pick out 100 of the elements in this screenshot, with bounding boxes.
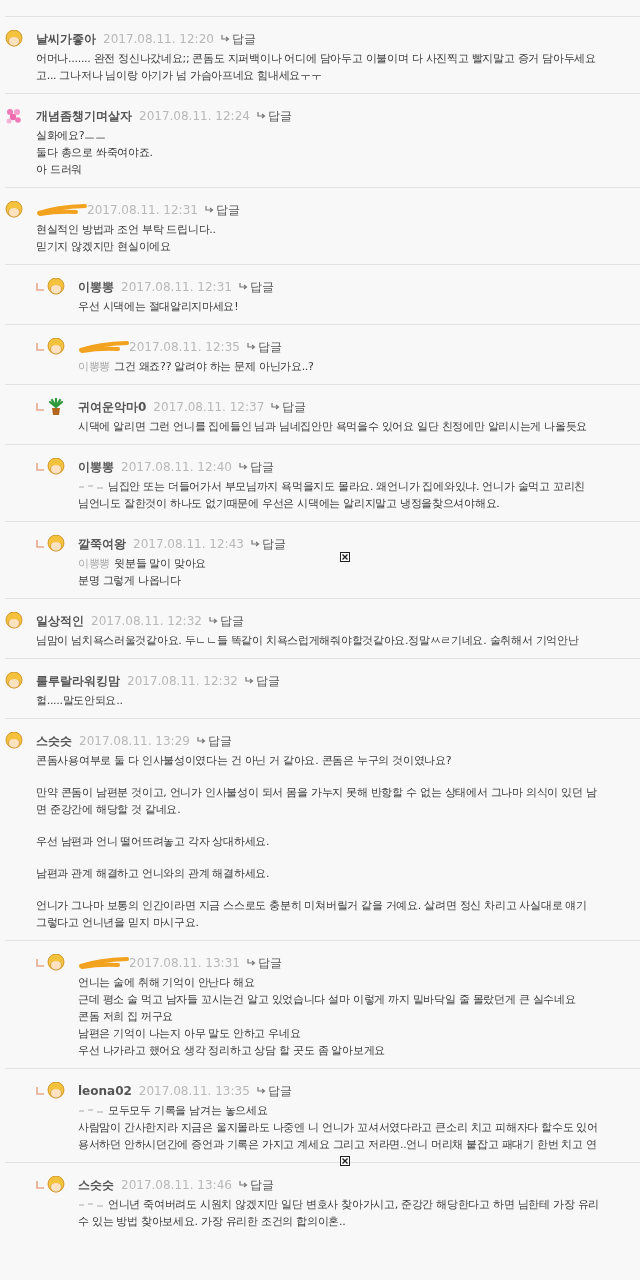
reply-link[interactable]: 답글 (246, 954, 282, 972)
author-name: 룰루랄라워킹맘 (36, 672, 120, 690)
comment-text: 수 있는 방법 찾아보세요. 가장 유리한 조건의 합의이혼.. (78, 1214, 347, 1230)
reply-link[interactable]: 답글 (208, 612, 244, 630)
comment-text: 님집안 또는 더들어가서 부모님까지 욕먹을지도 몰라요. 왜언니가 집에와있냐. 언니가 술먹고 꼬리친 (108, 479, 586, 495)
comment-text: 모두모두 기록을 남겨는 놓으세요 (108, 1103, 268, 1119)
girl-avatar-icon (47, 954, 65, 972)
comment-text: 그건 왜죠?? 알려야 하는 문제 아닌가요..? (114, 359, 314, 375)
comment-text: 언니는 술에 취해 기억이 안난다 해요 (78, 975, 256, 991)
author-name: leona02 (78, 1084, 132, 1098)
reply-arrow-icon (256, 112, 266, 120)
comment-text: 분명 그렇게 나옵니다 (78, 573, 182, 589)
comment-text: 현실적인 방법과 조언 부탁 드립니다.. (36, 222, 217, 238)
reply-link[interactable]: 답글 (250, 535, 286, 553)
girl-avatar-icon (5, 672, 23, 690)
comment-text: 남편과 관계 해결하고 언니와의 관계 해결하세요. (36, 866, 271, 882)
author-name: 귀여운악마0 (78, 398, 147, 416)
author-name: 스슷슷 (36, 732, 72, 750)
reply-link[interactable]: 답글 (271, 398, 307, 416)
reply-link[interactable]: 답글 (246, 338, 282, 356)
comment-text: 용서하던 안하시던간에 증언과 기록은 가지고 계세요 그리고 저라면..언니 머리채 붙잡고 패대기 한번 치고 연 (78, 1137, 598, 1153)
reply-arrow-icon (238, 283, 248, 291)
author-name: 일상적인 (36, 612, 84, 630)
reply-link[interactable]: 답글 (238, 278, 274, 296)
reply-link[interactable]: 답글 (244, 672, 280, 690)
potted-plant-icon (47, 398, 65, 416)
mention-name: 이뽕뽕 (78, 359, 111, 375)
comment-date: 2017.08.11. 13:29 (79, 734, 190, 748)
author-name: 깔쭉여왕 (78, 535, 126, 553)
comment-text: 만약 콘돔이 남편분 것이고, 언니가 인사불성이 되서 몸을 가누지 못해 반항할 수 없는 상태에서 그나마 의식이 있던 남 (36, 785, 597, 801)
comment-text: 언니년 죽여버려도 시원치 않겠지만 일단 변호사 찾아가시고, 준강간 해당한다고 하면 님한테 가장 유리 (108, 1197, 599, 1213)
comment-text: 콘돔사용여부로 둘 다 인사불성이였다는 건 아닌 거 같아요. 콘돔은 누구의 것이였나요? (36, 753, 453, 769)
comment-date: 2017.08.11. 12:24 (139, 109, 250, 123)
comment-text: 아 드러워 (36, 162, 83, 178)
comment-text: 님맘이 넘치욕스러울것같아요. 두ㄴㄴ들 똑같이 치욕스럽게해줘야할것같아요.정말ㅆㄹ기네요. 술취해서 기억안난 (36, 633, 579, 649)
comment-text: 어머나....... 완전 정신나갔네요;; 콘돔도 지퍼백이나 어디에 담아두고 이불이며 다 사진찍고 빨지말고 증거 담아두세요 (36, 51, 596, 67)
reply-arrow-icon (271, 403, 281, 411)
comment-text: 사람맘이 간사한지라 지금은 울지몰라도 나중엔 니 언니가 꼬셔서였다라고 큰소리 치고 피해자다 할수도 있어 (78, 1120, 598, 1136)
comment-text: 근데 평소 술 먹고 남자들 꼬시는건 알고 있었습니다 설마 이렇게 까지 밑바닥일 줄 몰랐던게 큰 실수네요 (78, 992, 576, 1008)
reply-arrow-icon (220, 35, 230, 43)
author-name: 날씨가좋아 (36, 30, 96, 48)
reply-arrow-icon (238, 463, 248, 471)
comment-text: 우선 시댁에는 절대알리지마세요! (78, 299, 240, 315)
comment-text: 면 준강간에 해당할 것 같네요. (36, 802, 182, 818)
comment-date: 2017.08.11. 12:31 (87, 203, 198, 217)
girl-avatar-icon (47, 1176, 65, 1194)
girl-avatar-icon (47, 458, 65, 476)
comment-text: 님언니도 잘한것이 하나도 없기때문에 우선은 시댁에는 알리지말고 냉정을찾으셔야해요. (78, 496, 501, 512)
author-name: 스슷슷 (78, 1176, 114, 1194)
comment-text: 믿기지 않겠지만 현실이에요 (36, 239, 172, 255)
reply-arrow-icon (246, 959, 256, 967)
girl-avatar-icon (47, 278, 65, 296)
comment-text: 남편은 기억이 나는지 아무 말도 안하고 우네요 (78, 1026, 302, 1042)
girl-avatar-icon (5, 732, 23, 750)
reply-link[interactable]: 답글 (238, 458, 274, 476)
reply-arrow-icon (256, 1087, 266, 1095)
comment-text: 둘다 총으로 쏴죽여야죠. (36, 145, 154, 161)
reply-arrow-icon (208, 617, 218, 625)
reply-link[interactable]: 답글 (220, 30, 256, 48)
flowers-icon (5, 107, 23, 125)
reply-link[interactable]: 답글 (238, 1176, 274, 1194)
comment-date: 2017.08.11. 13:35 (138, 1084, 250, 1098)
comment-text: 고... 그나저나 님이랑 아기가 넘 가슴아프네요 힘내세요ㅜㅜ (36, 68, 323, 84)
author-name: 이뽕뽕 (78, 458, 114, 476)
comment-text: 헐.....말도안되요.. (36, 693, 124, 709)
comment-date: 2017.08.11. 12:32 (127, 674, 238, 688)
reply-arrow-icon (204, 206, 214, 214)
reply-link[interactable]: 답글 (204, 201, 240, 219)
reply-arrow-icon (250, 540, 260, 548)
comment-date: 2017.08.11. 12:40 (121, 460, 232, 474)
comment-text: 그렇다고 언니년을 믿지 마시구요. (36, 915, 200, 931)
comment-text: 윗분들 말이 맞아요 (114, 556, 207, 572)
comment-date: 2017.08.11. 13:46 (121, 1178, 232, 1192)
reply-arrow-icon (246, 343, 256, 351)
reply-link[interactable]: 답글 (196, 732, 232, 750)
comment-date: 2017.08.11. 12:43 (133, 537, 244, 551)
girl-avatar-icon (5, 201, 23, 219)
comment-text: 우선 나가라고 했어요 생각 정리하고 상담 할 곳도 좀 알아보게요 (78, 1043, 386, 1059)
girl-avatar-icon (5, 30, 23, 48)
comment-text: 우선 남편과 언니 떨어뜨려놓고 각자 상대하세요. (36, 834, 271, 850)
comment-date: 2017.08.11. 12:20 (103, 32, 214, 46)
reply-arrow-icon (244, 677, 254, 685)
reply-link[interactable]: 답글 (256, 1082, 292, 1100)
comment-date: 2017.08.11. 12:32 (91, 614, 202, 628)
reply-arrow-icon (238, 1181, 248, 1189)
comment-text: 언니가 그나마 보통의 인간이라면 지금 스스로도 충분히 미쳐버릴거 같을 거예요. 살려면 정신 차리고 사실대로 얘기 (36, 898, 588, 914)
comment-text: 콘돔 저희 집 꺼구요 (78, 1009, 175, 1025)
author-name: 개념좀챙기며살자 (36, 107, 132, 125)
reply-arrow-icon (196, 737, 206, 745)
reply-link[interactable]: 답글 (256, 107, 292, 125)
girl-avatar-icon (47, 535, 65, 553)
comment-date: 2017.08.11. 12:37 (153, 400, 265, 414)
girl-avatar-icon (47, 338, 65, 356)
comment-date: 2017.08.11. 13:31 (129, 956, 240, 970)
comment-text: 시댁에 알리면 그런 언니를 집에들인 님과 님네집안만 욕먹을수 있어요 일단 친정에만 알리시는게 나올듯요 (78, 419, 588, 435)
comment-date: 2017.08.11. 12:35 (129, 340, 240, 354)
girl-avatar-icon (47, 1082, 65, 1100)
comment-date: 2017.08.11. 12:31 (121, 280, 232, 294)
mention-name: 이뽕뽕 (78, 556, 111, 572)
comment-text: 실화에요?ㅡㅡ (36, 128, 107, 144)
